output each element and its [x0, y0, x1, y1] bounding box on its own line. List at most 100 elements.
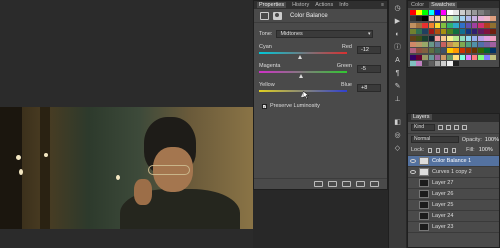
visibility-eye-icon[interactable]	[410, 192, 416, 196]
swatch[interactable]	[478, 10, 484, 15]
adjustment-icon[interactable]	[260, 11, 269, 20]
swatch[interactable]	[434, 42, 441, 48]
swatch[interactable]	[434, 16, 441, 22]
swatch[interactable]	[410, 61, 416, 67]
layers-icon[interactable]: ◧	[393, 118, 403, 127]
swatch[interactable]	[459, 42, 465, 48]
play-icon[interactable]: ▶	[393, 17, 403, 26]
swatch[interactable]	[465, 48, 472, 54]
type-icon[interactable]: A	[393, 56, 403, 65]
swatch[interactable]	[416, 22, 422, 28]
swatch[interactable]	[428, 10, 435, 15]
layer-name[interactable]: Layer 25	[432, 202, 453, 208]
swatch[interactable]	[465, 29, 472, 35]
swatch[interactable]	[447, 61, 453, 67]
tab-actions[interactable]: Actions	[315, 2, 333, 8]
history-icon[interactable]: ◷	[393, 4, 403, 13]
swatch[interactable]	[459, 16, 465, 22]
swatch[interactable]	[471, 42, 478, 48]
layer-row[interactable]: Curves 1 copy 2	[408, 167, 499, 178]
swatch[interactable]	[490, 16, 496, 22]
lock-transparency-icon[interactable]	[428, 147, 433, 153]
reset-icon[interactable]	[342, 181, 351, 187]
tab-layers[interactable]: Layers	[411, 114, 432, 120]
swatch[interactable]	[490, 42, 496, 48]
swatch[interactable]	[428, 42, 435, 48]
yellow-blue-value-field[interactable]: +8	[357, 84, 381, 92]
swatch[interactable]	[428, 61, 435, 67]
swatch[interactable]	[410, 54, 416, 60]
swatch[interactable]	[465, 54, 472, 60]
magenta-green-value-field[interactable]: -5	[357, 65, 381, 73]
photo-image[interactable]	[0, 107, 253, 229]
swatch[interactable]	[416, 42, 422, 48]
tone-select[interactable]: Midtones	[276, 30, 374, 38]
swatch-grid[interactable]	[410, 10, 499, 67]
swatch[interactable]	[490, 48, 496, 54]
visibility-eye-icon[interactable]	[410, 170, 416, 174]
swatch[interactable]	[410, 22, 416, 28]
swatch[interactable]	[447, 10, 453, 15]
swatch[interactable]	[410, 48, 416, 54]
tab-info[interactable]: Info	[339, 2, 348, 8]
swatch[interactable]	[416, 54, 422, 60]
swatch[interactable]	[478, 16, 484, 22]
swatch[interactable]	[422, 16, 428, 22]
tab-swatches[interactable]: Swatches	[429, 1, 458, 8]
swatch[interactable]	[471, 54, 478, 60]
swatch[interactable]	[447, 22, 453, 28]
swatch[interactable]	[416, 35, 422, 41]
swatch[interactable]	[465, 35, 472, 41]
layer-name[interactable]: Layer 27	[432, 180, 453, 186]
layer-row[interactable]: Layer 26	[408, 189, 499, 200]
swatch[interactable]	[465, 22, 472, 28]
swatch[interactable]	[447, 42, 453, 48]
blend-mode-select[interactable]: Normal	[411, 136, 459, 143]
swatch[interactable]	[416, 61, 422, 67]
channels-icon[interactable]: ◎	[393, 131, 403, 140]
layer-name[interactable]: Layer 26	[432, 191, 453, 197]
swatch[interactable]	[422, 22, 428, 28]
layer-name[interactable]: Layer 24	[432, 213, 453, 219]
swatch[interactable]	[490, 35, 496, 41]
swatch[interactable]	[447, 35, 453, 41]
opacity-field[interactable]: 100%	[485, 137, 499, 143]
visibility-eye-icon[interactable]	[410, 181, 416, 185]
swatch[interactable]	[471, 29, 478, 35]
layer-row[interactable]: Color Balance 1	[408, 156, 499, 167]
layer-row[interactable]: Layer 27	[408, 178, 499, 189]
pixel-filter-icon[interactable]	[438, 125, 443, 130]
swatch[interactable]	[416, 16, 422, 22]
document-canvas[interactable]	[0, 0, 253, 248]
swatch[interactable]	[484, 48, 490, 54]
swatch[interactable]	[428, 16, 435, 22]
swatch[interactable]	[410, 29, 416, 35]
swatch[interactable]	[453, 16, 459, 22]
swatch[interactable]	[471, 22, 478, 28]
cyan-red-slider-handle[interactable]	[297, 55, 302, 59]
visibility-icon[interactable]	[356, 181, 365, 187]
layer-row[interactable]: Layer 24	[408, 211, 499, 222]
swatch[interactable]	[422, 10, 428, 15]
clip-to-layer-icon[interactable]	[314, 181, 323, 187]
swatch[interactable]	[434, 61, 441, 67]
swatch[interactable]	[453, 22, 459, 28]
stamp-icon[interactable]: ⊥	[393, 95, 403, 104]
swatch[interactable]	[471, 10, 478, 15]
swatch[interactable]	[428, 48, 435, 54]
swatch[interactable]	[459, 29, 465, 35]
swatch[interactable]	[459, 22, 465, 28]
swatch[interactable]	[490, 22, 496, 28]
swatch[interactable]	[416, 29, 422, 35]
swatch[interactable]	[447, 54, 453, 60]
swatch[interactable]	[440, 54, 447, 60]
swatch[interactable]	[440, 22, 447, 28]
layer-row[interactable]: Layer 25	[408, 200, 499, 211]
mask-icon[interactable]	[273, 11, 282, 20]
type-filter-icon[interactable]	[454, 125, 459, 130]
swatch[interactable]	[428, 35, 435, 41]
swatch[interactable]	[440, 48, 447, 54]
swatch[interactable]	[490, 29, 496, 35]
swatch[interactable]	[478, 35, 484, 41]
lock-all-icon[interactable]	[452, 147, 457, 153]
